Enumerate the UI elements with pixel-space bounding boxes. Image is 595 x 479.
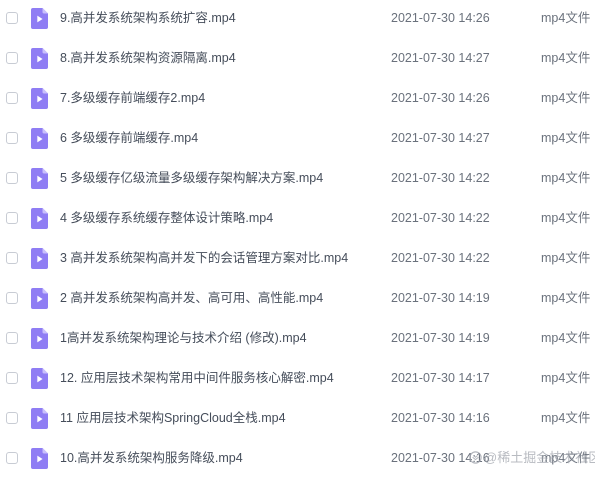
file-row[interactable]: 10.高并发系统架构服务降级.mp4 2021-07-30 14:16 mp4文件 (0, 439, 595, 479)
row-checkbox[interactable] (6, 292, 18, 304)
row-checkbox[interactable] (6, 172, 18, 184)
video-file-icon (31, 408, 48, 429)
row-checkbox[interactable] (6, 212, 18, 224)
file-type: mp4文件 (541, 51, 591, 65)
row-checkbox[interactable] (6, 412, 18, 424)
row-checkbox[interactable] (6, 132, 18, 144)
file-type: mp4文件 (541, 291, 591, 305)
video-file-icon (31, 288, 48, 309)
row-checkbox[interactable] (6, 332, 18, 344)
file-row[interactable]: 1高并发系统架构理论与技术介绍 (修改).mp4 2021-07-30 14:19… (0, 319, 595, 359)
file-name[interactable]: 7.多级缓存前端缓存2.mp4 (60, 90, 205, 106)
file-row[interactable]: 11 应用层技术架构SpringCloud全栈.mp4 2021-07-30 14… (0, 399, 595, 439)
file-row[interactable]: 4 多级缓存系统缓存整体设计策略.mp4 2021-07-30 14:22 mp4文… (0, 199, 595, 239)
file-list: 9.高并发系统架构系统扩容.mp4 2021-07-30 14:26 mp4文件 8.… (0, 0, 595, 473)
file-modified-date: 2021-07-30 14:16 (391, 451, 490, 465)
file-type: mp4文件 (541, 331, 591, 345)
row-checkbox[interactable] (6, 452, 18, 464)
file-row[interactable]: 12. 应用层技术架构常用中间件服务核心解密.mp4 2021-07-30 14:… (0, 359, 595, 399)
row-checkbox[interactable] (6, 92, 18, 104)
file-row[interactable]: 2 高并发系统架构高并发、高可用、高性能.mp4 2021-07-30 14:19… (0, 279, 595, 319)
file-modified-date: 2021-07-30 14:27 (391, 51, 490, 65)
file-name[interactable]: 9.高并发系统架构系统扩容.mp4 (60, 10, 236, 26)
file-modified-date: 2021-07-30 14:17 (391, 371, 490, 385)
video-file-icon (31, 128, 48, 149)
file-type: mp4文件 (541, 211, 591, 225)
row-checkbox[interactable] (6, 372, 18, 384)
file-type: mp4文件 (541, 131, 591, 145)
video-file-icon (31, 368, 48, 389)
file-modified-date: 2021-07-30 14:22 (391, 251, 490, 265)
video-file-icon (31, 448, 48, 469)
row-checkbox[interactable] (6, 252, 18, 264)
file-name[interactable]: 8.高并发系统架构资源隔离.mp4 (60, 50, 236, 66)
row-checkbox[interactable] (6, 12, 18, 24)
file-modified-date: 2021-07-30 14:26 (391, 11, 490, 25)
file-modified-date: 2021-07-30 14:27 (391, 131, 490, 145)
video-file-icon (31, 208, 48, 229)
video-file-icon (31, 168, 48, 189)
file-type: mp4文件 (541, 371, 591, 385)
file-name[interactable]: 1高并发系统架构理论与技术介绍 (修改).mp4 (60, 330, 307, 346)
file-type: mp4文件 (541, 251, 591, 265)
file-modified-date: 2021-07-30 14:22 (391, 171, 490, 185)
file-name[interactable]: 5 多级缓存亿级流量多级缓存架构解决方案.mp4 (60, 170, 323, 186)
file-row[interactable]: 8.高并发系统架构资源隔离.mp4 2021-07-30 14:27 mp4文件 (0, 39, 595, 79)
video-file-icon (31, 48, 48, 69)
file-modified-date: 2021-07-30 14:26 (391, 91, 490, 105)
video-file-icon (31, 328, 48, 349)
file-row[interactable]: 3 高并发系统架构高并发下的会话管理方案对比.mp4 2021-07-30 14:… (0, 239, 595, 279)
file-row[interactable]: 7.多级缓存前端缓存2.mp4 2021-07-30 14:26 mp4文件 (0, 79, 595, 119)
file-name[interactable]: 3 高并发系统架构高并发下的会话管理方案对比.mp4 (60, 250, 348, 266)
file-name[interactable]: 12. 应用层技术架构常用中间件服务核心解密.mp4 (60, 370, 334, 386)
file-row[interactable]: 9.高并发系统架构系统扩容.mp4 2021-07-30 14:26 mp4文件 (0, 0, 595, 39)
file-row[interactable]: 5 多级缓存亿级流量多级缓存架构解决方案.mp4 2021-07-30 14:22… (0, 159, 595, 199)
file-name[interactable]: 6 多级缓存前端缓存.mp4 (60, 130, 198, 146)
file-name[interactable]: 4 多级缓存系统缓存整体设计策略.mp4 (60, 210, 273, 226)
video-file-icon (31, 8, 48, 29)
file-type: mp4文件 (541, 411, 591, 425)
file-name[interactable]: 11 应用层技术架构SpringCloud全栈.mp4 (60, 410, 286, 426)
file-modified-date: 2021-07-30 14:22 (391, 211, 490, 225)
file-type: mp4文件 (541, 451, 591, 465)
file-row[interactable]: 6 多级缓存前端缓存.mp4 2021-07-30 14:27 mp4文件 (0, 119, 595, 159)
video-file-icon (31, 88, 48, 109)
video-file-icon (31, 248, 48, 269)
file-name[interactable]: 10.高并发系统架构服务降级.mp4 (60, 450, 243, 466)
file-name[interactable]: 2 高并发系统架构高并发、高可用、高性能.mp4 (60, 290, 323, 306)
file-type: mp4文件 (541, 11, 591, 25)
row-checkbox[interactable] (6, 52, 18, 64)
file-modified-date: 2021-07-30 14:19 (391, 291, 490, 305)
file-type: mp4文件 (541, 91, 591, 105)
file-modified-date: 2021-07-30 14:19 (391, 331, 490, 345)
file-type: mp4文件 (541, 171, 591, 185)
file-modified-date: 2021-07-30 14:16 (391, 411, 490, 425)
